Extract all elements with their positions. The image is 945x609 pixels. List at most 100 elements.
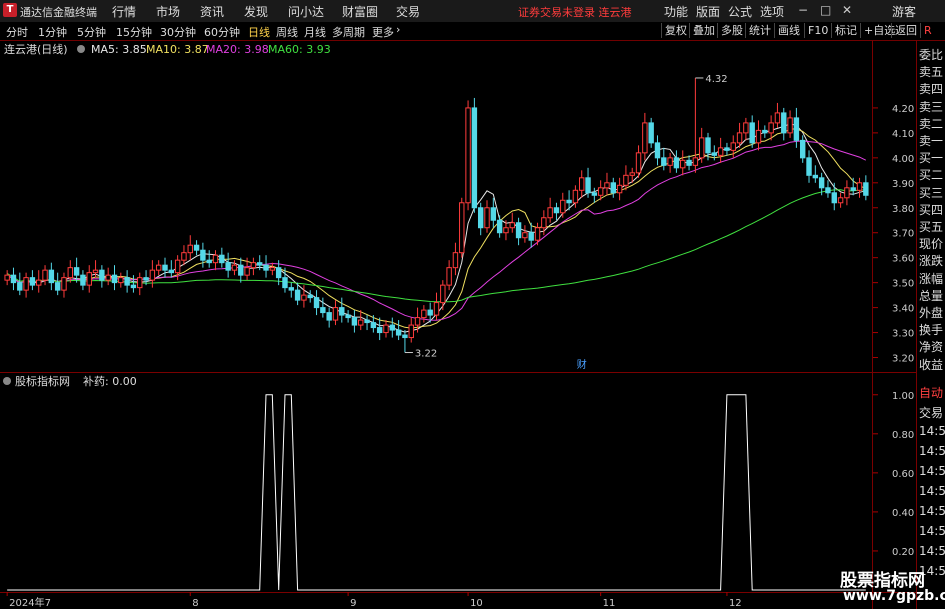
menu-trade[interactable]: 交易 [396,3,420,20]
title-bar: T 通达信金融终端 行情 市场 资讯 发现 问小达 财富圈 交易 证券交易未登录… [0,0,945,23]
time-label: 14:56 [919,444,945,458]
period-5min[interactable]: 5分钟 [77,24,106,40]
menu-discover[interactable]: 发现 [244,3,268,20]
candle-body [560,199,566,214]
candle-body [705,137,711,154]
adjust-button[interactable]: 复权 [661,23,690,38]
indicator-line [7,394,866,591]
candle-body [837,197,844,204]
realtime-badge: R [920,23,935,38]
menu-market[interactable]: 市场 [156,3,180,20]
period-30min[interactable]: 30分钟 [160,24,196,40]
candle-body [799,139,806,159]
period-daily[interactable]: 日线 [248,24,270,40]
period-more[interactable]: 更多 [372,24,394,40]
side-panel-label: 买四 [919,202,944,217]
price-tick-label: 3.70 [892,229,914,240]
candle-body [768,122,774,134]
candle-body [231,264,238,271]
candle-body [509,222,515,229]
period-1min[interactable]: 1分钟 [38,24,67,40]
candle-body [143,277,149,281]
candle-body [149,269,156,281]
candle-body [680,159,686,169]
candle-body [111,274,118,284]
menu-options[interactable]: 选项 [760,3,784,20]
auto-trade-label[interactable]: 自动 [919,384,945,401]
settings-dot-icon[interactable] [77,45,85,53]
draw-button[interactable]: 画线 [774,23,803,38]
candle-body [351,317,358,326]
indicator-settings-dot-icon[interactable] [3,377,11,385]
candle-body [825,187,831,194]
candle-body [162,264,168,271]
candle-body [187,244,193,254]
kline-chart[interactable]: 4.20 4.10 4.00 3.90 3.80 3.70 3.60 3.50 3.40 3.30… [0,40,945,609]
period-60min[interactable]: 60分钟 [204,24,240,40]
period-multi[interactable]: 多周期 [332,24,365,40]
f10-button[interactable]: F10 [804,23,831,38]
mark-button[interactable]: 标记 [831,23,860,38]
side-panel-label: 委比 [919,48,944,62]
price-tick-label: 3.30 [892,329,914,340]
period-tick[interactable]: 分时 [6,24,28,40]
candle-body [635,152,642,174]
stats-button[interactable]: 统计 [745,23,774,38]
auto-trade-label: 交易 [919,406,944,420]
candle-body [408,324,414,339]
login-warning[interactable]: 证券交易未登录 连云港 [518,4,632,20]
candle-body [275,267,282,279]
candle-body [490,207,497,221]
period-monthly[interactable]: 月线 [304,24,326,40]
overlay-button[interactable]: 叠加 [689,23,718,38]
menu-quotes[interactable]: 行情 [112,3,136,20]
period-15min[interactable]: 15分钟 [116,24,152,40]
candle-body [130,284,137,289]
candle-body [80,274,86,286]
period-weekly[interactable]: 周线 [276,24,298,40]
annotations: 4.32 3.22 财 [404,74,728,371]
back-button[interactable]: 返回 [891,23,920,38]
time-label: 14:56 [919,504,945,518]
side-panel-label: 外盘 [919,306,944,320]
multi-stock-button[interactable]: 多股 [717,23,746,38]
candle-body [863,182,869,196]
candle-body [23,277,29,291]
time-label: 14:56 [919,544,945,558]
candle-body [781,112,787,134]
candle-body [433,302,440,316]
more-arrow-icon[interactable]: › [396,23,400,36]
menu-formula[interactable]: 公式 [728,3,752,20]
menu-functions[interactable]: 功能 [664,3,688,20]
candle-body [225,262,231,271]
candle-body [17,282,23,291]
side-panel-label: 净资 [919,340,944,355]
menu-news[interactable]: 资讯 [200,3,224,20]
ma60-legend: MA60: 3.93 [268,43,331,56]
menu-layout[interactable]: 版面 [696,3,720,20]
candle-body [717,147,724,156]
minimize-icon[interactable]: − [798,3,808,17]
candle-body [174,259,181,274]
time-label: 14:56 [919,424,945,438]
price-tick-label: 4.20 [892,104,914,115]
indicator-tick-label: 0.20 [892,547,914,558]
candle-body [212,254,219,264]
candle-body [345,314,351,319]
user-label[interactable]: 游客 [892,3,916,20]
side-panel-label: 换手 [919,323,944,338]
side-panel-label: 收益 [919,357,944,372]
ma20-legend: MA20: 3.98 [206,43,269,56]
side-panel-label: 卖一 [919,134,944,148]
side-panel-label: 买五 [919,220,944,234]
menu-wealth[interactable]: 财富圈 [342,3,378,20]
close-icon[interactable]: ✕ [842,3,852,17]
candle-body [534,227,541,241]
candle-body [585,177,591,194]
maximize-icon[interactable]: □ [820,3,831,17]
candle-body [623,174,629,186]
menu-ask[interactable]: 问小达 [288,3,324,20]
candle-body [313,297,320,309]
candle-body [364,319,370,324]
time-label: 14:56 [919,524,945,538]
